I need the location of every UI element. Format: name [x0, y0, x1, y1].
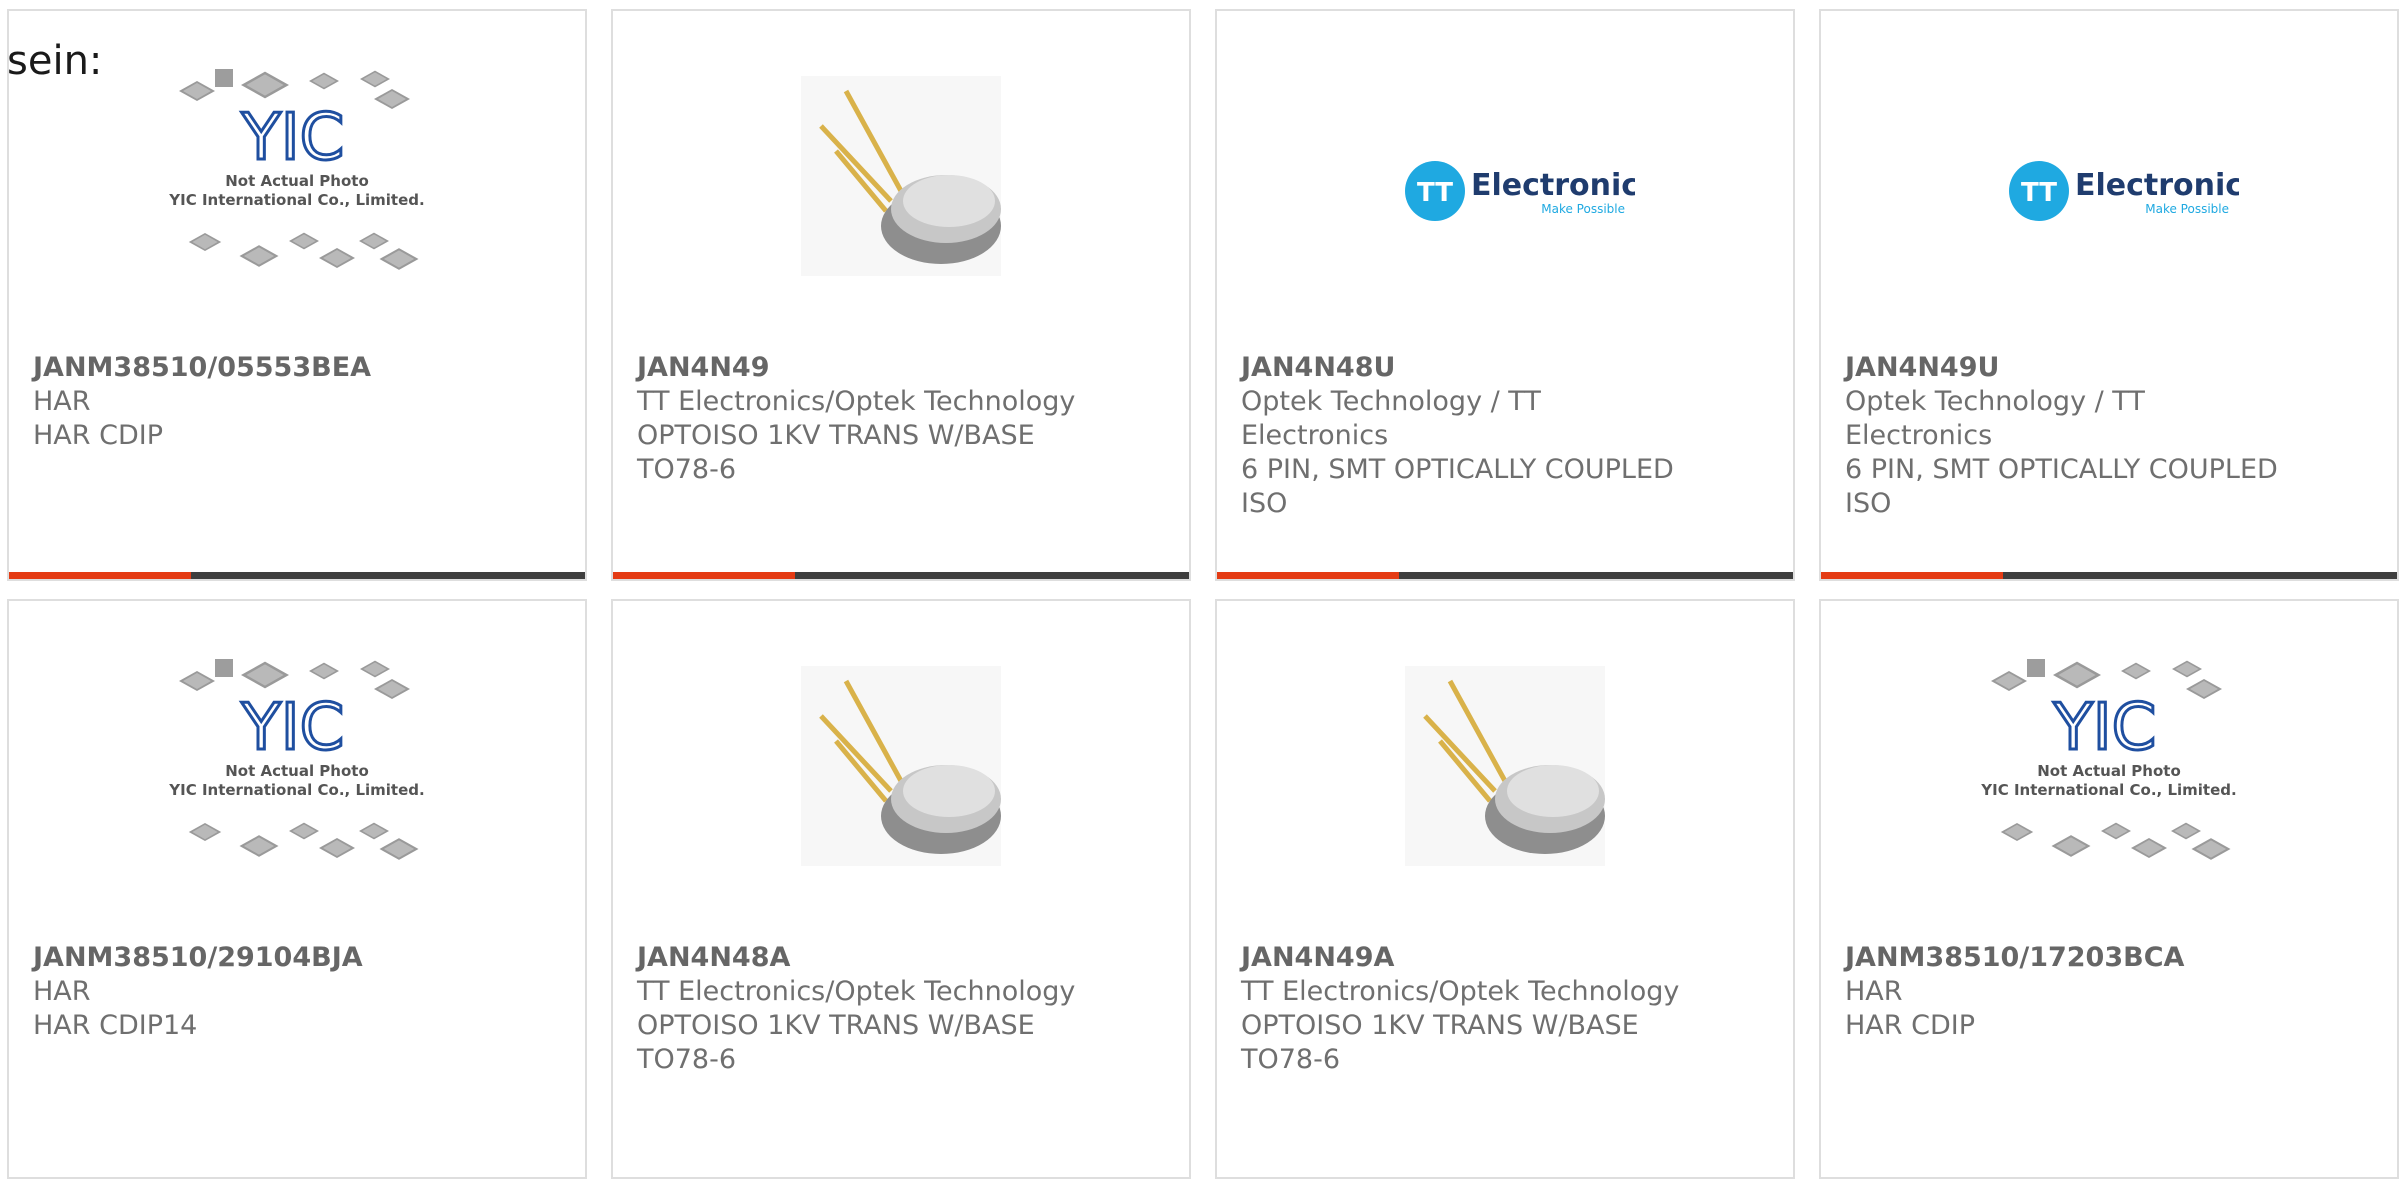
- card-footer-accent: [1217, 572, 1399, 579]
- page-heading: sein:: [7, 38, 103, 84]
- description-cont: ISO: [1845, 488, 1892, 519]
- tt-electronics-logo-icon: TT Electronics Make Possible: [1217, 51, 1793, 351]
- card-footer-bar: [1821, 572, 2397, 579]
- svg-text:Electronics: Electronics: [1471, 168, 1635, 203]
- to78-component-photo-icon: [613, 51, 1189, 351]
- card-footer-accent: [9, 572, 191, 579]
- part-number[interactable]: JAN4N49A: [1241, 941, 1769, 975]
- product-card[interactable]: YIC Not Actual Photo YIC International C…: [7, 9, 587, 581]
- package: TO78-6: [637, 454, 737, 485]
- part-number[interactable]: JANM38510/05553BEA: [33, 351, 561, 385]
- manufacturer: TT Electronics/Optek Technology: [1241, 976, 1680, 1007]
- description: 6 PIN, SMT OPTICALLY COUPLED: [1845, 454, 2278, 485]
- manufacturer: TT Electronics/Optek Technology: [637, 386, 1076, 417]
- card-footer-bar: [1217, 572, 1793, 579]
- product-card[interactable]: YIC Not Actual Photo YIC International C…: [1819, 599, 2399, 1179]
- part-number[interactable]: JAN4N48A: [637, 941, 1165, 975]
- yic-logo-icon: YIC: [2053, 691, 2157, 765]
- description: HAR CDIP: [33, 420, 164, 451]
- product-image-placeholder: YIC Not Actual Photo YIC International C…: [9, 51, 585, 351]
- part-number[interactable]: JAN4N49: [637, 351, 1165, 385]
- svg-text:Make Possible: Make Possible: [1541, 202, 1625, 216]
- description: HAR CDIP14: [33, 1010, 198, 1041]
- product-card[interactable]: YIC Not Actual Photo YIC International C…: [7, 599, 587, 1179]
- tt-electronics-logo-icon: TT Electronics Make Possible: [1821, 51, 2397, 351]
- part-number[interactable]: JANM38510/29104BJA: [33, 941, 561, 975]
- product-card[interactable]: JAN4N49 TT Electronics/Optek Technology …: [611, 9, 1191, 581]
- part-number[interactable]: JAN4N49U: [1845, 351, 2373, 385]
- svg-text:TT: TT: [1417, 178, 1453, 208]
- description: HAR CDIP: [1845, 1010, 1976, 1041]
- card-footer-accent: [1821, 572, 2003, 579]
- description: OPTOISO 1KV TRANS W/BASE: [1241, 1010, 1639, 1041]
- svg-text:Not Actual Photo: Not Actual Photo: [225, 762, 369, 780]
- svg-text:Make Possible: Make Possible: [2145, 202, 2229, 216]
- product-card[interactable]: JAN4N49A TT Electronics/Optek Technology…: [1215, 599, 1795, 1179]
- package: TO78-6: [637, 1044, 737, 1075]
- product-card[interactable]: TT Electronics Make Possible JAN4N49U Op…: [1819, 9, 2399, 581]
- description-cont: ISO: [1241, 488, 1288, 519]
- package: TO78-6: [1241, 1044, 1341, 1075]
- description: 6 PIN, SMT OPTICALLY COUPLED: [1241, 454, 1674, 485]
- svg-text:YIC International Co., Limited: YIC International Co., Limited.: [1980, 781, 2236, 799]
- placeholder-line1: Not Actual Photo: [225, 172, 369, 190]
- manufacturer: HAR: [33, 976, 91, 1007]
- manufacturer-cont: Electronics: [1845, 420, 1993, 451]
- product-card[interactable]: TT Electronics Make Possible JAN4N48U Op…: [1215, 9, 1795, 581]
- description: OPTOISO 1KV TRANS W/BASE: [637, 1010, 1035, 1041]
- manufacturer: TT Electronics/Optek Technology: [637, 976, 1076, 1007]
- manufacturer: HAR: [33, 386, 91, 417]
- description: OPTOISO 1KV TRANS W/BASE: [637, 420, 1035, 451]
- svg-text:TT: TT: [2021, 178, 2057, 208]
- yic-logo-icon: YIC: [241, 691, 345, 765]
- svg-text:YIC International Co., Limited: YIC International Co., Limited.: [168, 781, 424, 799]
- product-image-placeholder: YIC Not Actual Photo YIC International C…: [1821, 641, 2397, 941]
- svg-text:Electronics: Electronics: [2075, 168, 2239, 203]
- part-number[interactable]: JANM38510/17203BCA: [1845, 941, 2373, 975]
- card-footer-bar: [9, 572, 585, 579]
- product-image-placeholder: YIC Not Actual Photo YIC International C…: [9, 641, 585, 941]
- placeholder-line2: YIC International Co., Limited.: [168, 191, 424, 209]
- manufacturer: HAR: [1845, 976, 1903, 1007]
- to78-component-photo-icon: [1217, 641, 1793, 941]
- to78-component-photo-icon: [613, 641, 1189, 941]
- part-number[interactable]: JAN4N48U: [1241, 351, 1769, 385]
- manufacturer: Optek Technology / TT: [1241, 386, 1541, 417]
- svg-text:Not Actual Photo: Not Actual Photo: [2037, 762, 2181, 780]
- yic-logo-icon: YIC: [241, 101, 345, 175]
- manufacturer: Optek Technology / TT: [1845, 386, 2145, 417]
- product-card[interactable]: JAN4N48A TT Electronics/Optek Technology…: [611, 599, 1191, 1179]
- card-footer-bar: [613, 572, 1189, 579]
- manufacturer-cont: Electronics: [1241, 420, 1389, 451]
- card-footer-accent: [613, 572, 795, 579]
